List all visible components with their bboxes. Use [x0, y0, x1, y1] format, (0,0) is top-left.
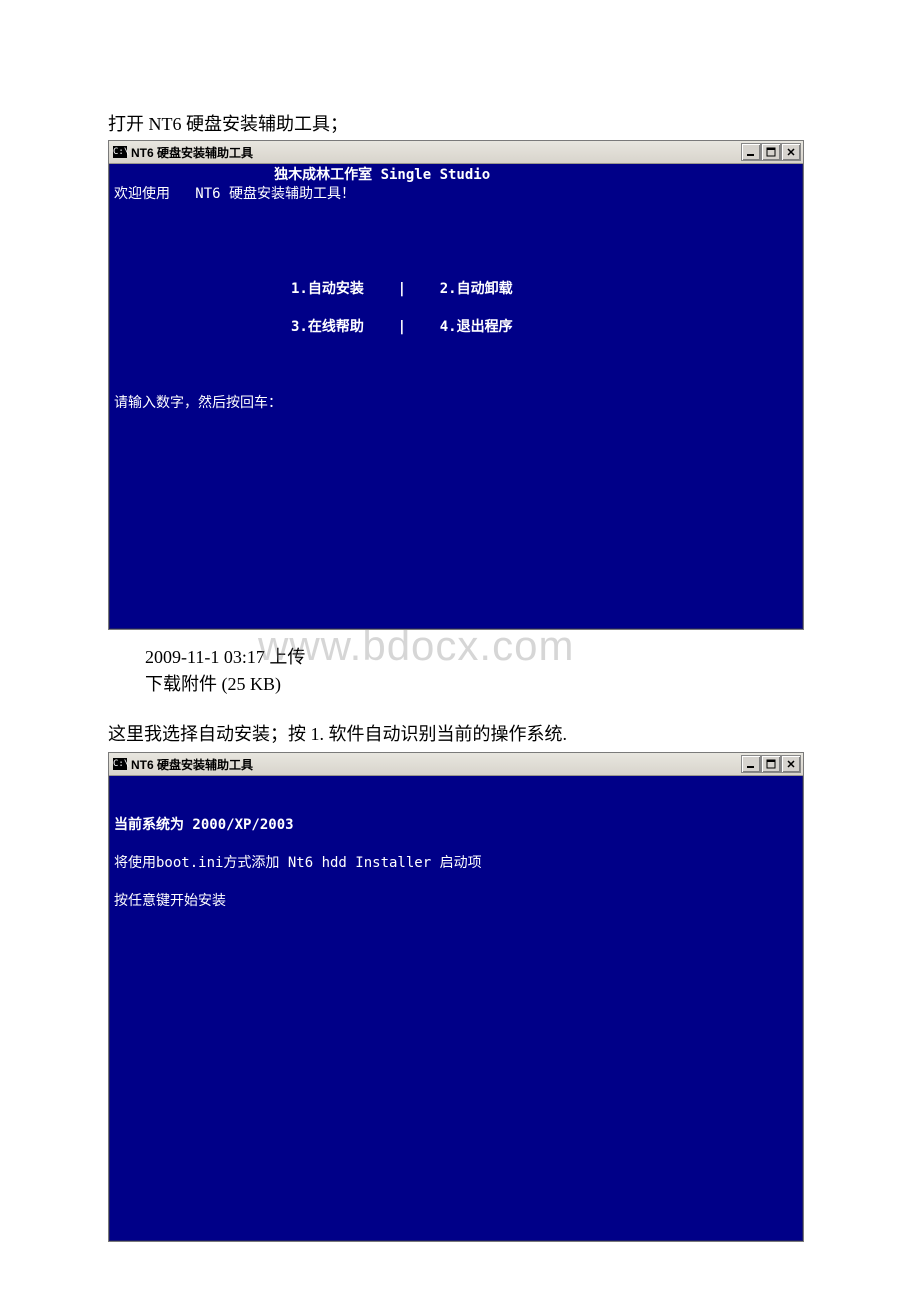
maximize-icon: [766, 147, 776, 157]
minimize-icon: [746, 759, 756, 769]
window-controls-2: [741, 755, 801, 773]
menu-row-2: 3.在线帮助 | 4.退出程序: [114, 319, 513, 335]
minimize-button[interactable]: [741, 755, 761, 773]
bootini-line: 将使用boot.ini方式添加 Nt6 hdd Installer 启动项: [114, 855, 482, 871]
titlebar-1: C:\ NT6 硬盘安装辅助工具: [109, 141, 803, 164]
minimize-button[interactable]: [741, 143, 761, 161]
welcome-line: 欢迎使用 NT6 硬盘安装辅助工具！: [114, 186, 355, 202]
close-button[interactable]: [781, 755, 801, 773]
console-window-2: C:\ NT6 硬盘安装辅助工具 当前系统为 2000/XP/2003 将使用b…: [108, 752, 804, 1242]
maximize-button[interactable]: [761, 755, 781, 773]
console-body-2: 当前系统为 2000/XP/2003 将使用boot.ini方式添加 Nt6 h…: [109, 776, 803, 1241]
minimize-icon: [746, 147, 756, 157]
current-system-line: 当前系统为 2000/XP/2003: [114, 817, 294, 833]
title-text-2: NT6 硬盘安装辅助工具: [131, 756, 737, 773]
caption-select-auto-install: 这里我选择自动安装；按 1. 软件自动识别当前的操作系统.: [108, 720, 920, 746]
menu-row-1: 1.自动安装 | 2.自动卸载: [114, 281, 513, 297]
cmd-icon: C:\: [113, 758, 127, 770]
maximize-icon: [766, 759, 776, 769]
caption-open-tool: 打开 NT6 硬盘安装辅助工具；: [108, 110, 920, 136]
close-icon: [786, 759, 796, 769]
press-any-key-line: 按任意键开始安装: [114, 893, 226, 909]
titlebar-2: C:\ NT6 硬盘安装辅助工具: [109, 753, 803, 776]
cmd-icon: C:\: [113, 146, 127, 158]
console-window-1: C:\ NT6 硬盘安装辅助工具 独木成林工作室 Single Studio 欢…: [108, 140, 804, 630]
close-button[interactable]: [781, 143, 801, 161]
console-body-1: 独木成林工作室 Single Studio 欢迎使用 NT6 硬盘安装辅助工具！…: [109, 164, 803, 629]
close-icon: [786, 147, 796, 157]
studio-line: 独木成林工作室 Single Studio: [114, 167, 490, 183]
upload-timestamp: 2009-11-1 03:17 上传: [145, 647, 305, 667]
window-controls-1: [741, 143, 801, 161]
download-attachment-link[interactable]: 下载附件 (25 KB): [145, 674, 281, 694]
maximize-button[interactable]: [761, 143, 781, 161]
title-text-1: NT6 硬盘安装辅助工具: [131, 144, 737, 161]
prompt-line: 请输入数字，然后按回车：: [114, 395, 282, 411]
